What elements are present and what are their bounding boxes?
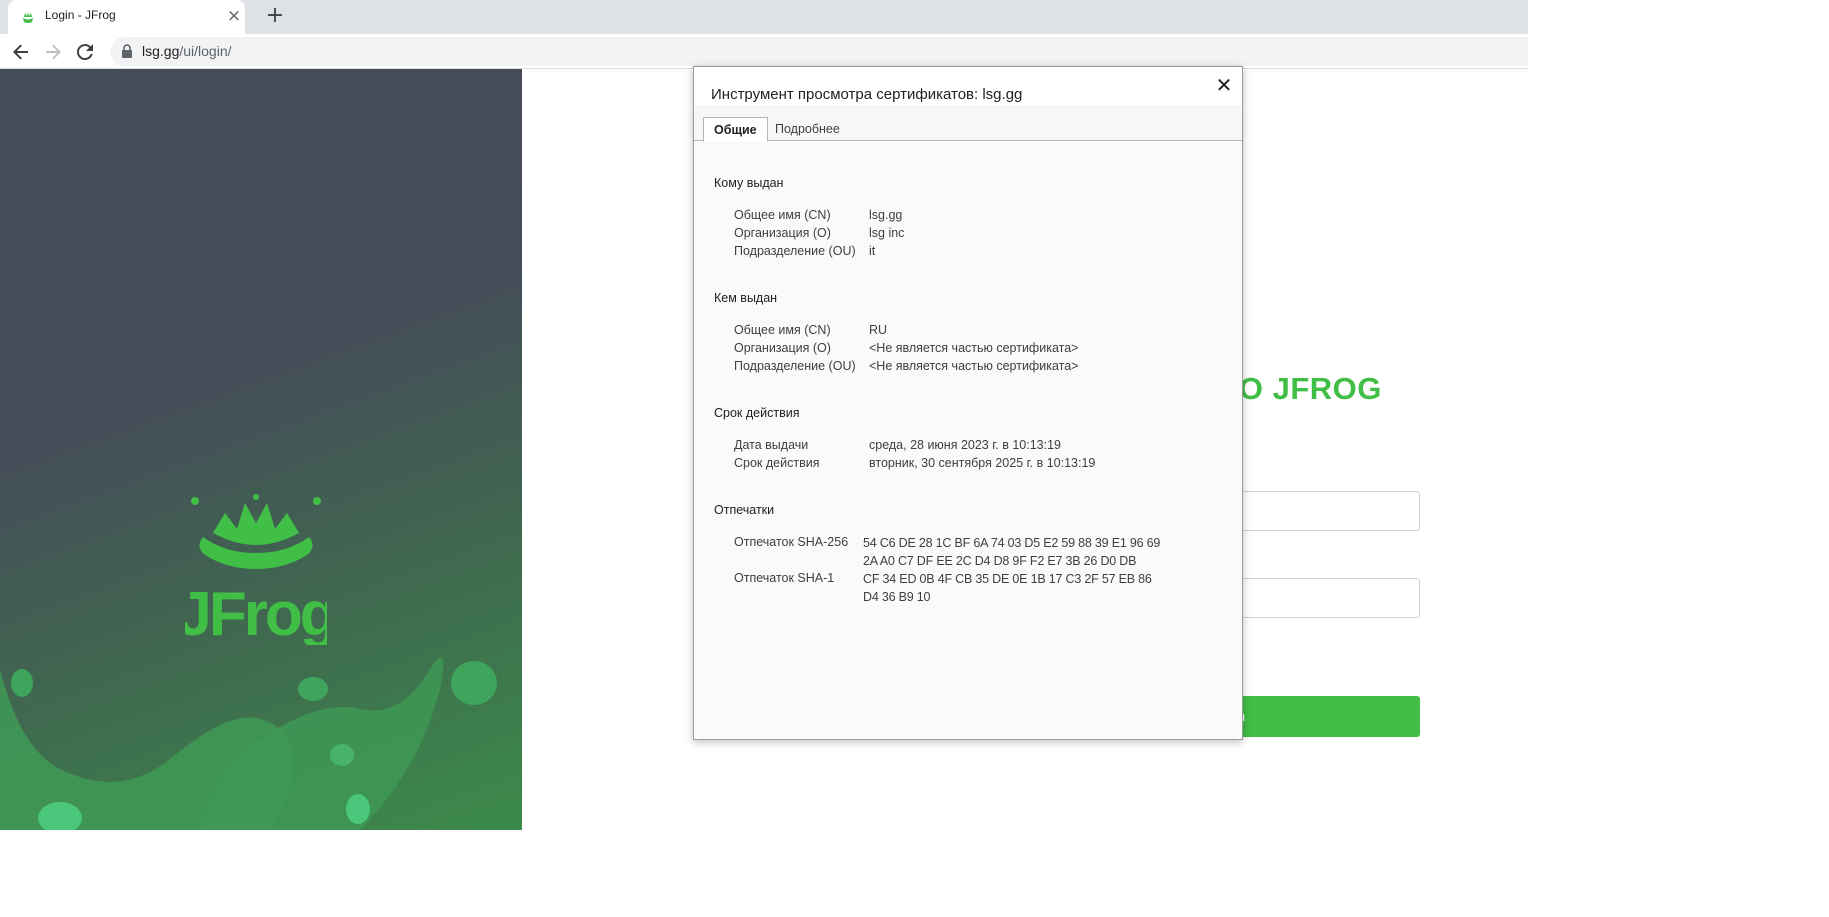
sha1-label: Отпечаток SHA-1 xyxy=(734,571,835,585)
issued-by-heading: Кем выдан xyxy=(714,291,778,305)
sha256-value: 54 C6 DE 28 1C BF 6A 74 03 D5 E2 59 88 3… xyxy=(863,536,1161,568)
close-icon[interactable]: ✕ xyxy=(1213,74,1235,96)
issued-by-cn-value: RU xyxy=(869,323,888,337)
issue-date-label: Дата выдачи xyxy=(734,438,809,452)
dialog-body: Кому выдан Общее имя (CN) lsg.gg Организ… xyxy=(694,142,1242,739)
issued-by-cn-label: Общее имя (CN) xyxy=(734,323,831,337)
issued-to-cn-label: Общее имя (CN) xyxy=(734,208,831,222)
tab-title: Login - JFrog xyxy=(45,8,116,22)
url-host: lsg.gg xyxy=(142,43,180,59)
issued-to-ou-label: Подразделение (OU) xyxy=(734,244,856,258)
browser-toolbar: lsg.gg/ui/login/ xyxy=(0,34,1528,69)
login-title: TO JFROG xyxy=(1220,371,1382,406)
tab-details[interactable]: Подробнее xyxy=(765,117,850,142)
url-path: /ui/login/ xyxy=(179,43,232,59)
reload-icon[interactable] xyxy=(73,40,97,64)
new-tab-button[interactable]: + xyxy=(262,4,288,30)
dialog-tabs: Общие Подробнее xyxy=(694,105,1242,142)
tab-close-icon[interactable]: × xyxy=(224,6,244,26)
issued-to-ou-value: it xyxy=(869,244,876,258)
dialog-title: Инструмент просмотра сертификатов: lsg.g… xyxy=(711,86,1023,103)
splash-decoration xyxy=(0,657,497,830)
branding-panel: JFrog xyxy=(0,69,522,830)
issued-by-o-value: <Не является частью сертификата> xyxy=(869,341,1079,355)
sha1-value: CF 34 ED 0B 4F CB 35 DE 0E 1B 17 C3 2F 5… xyxy=(863,572,1152,604)
issued-to-cn-value: lsg.gg xyxy=(869,208,903,222)
back-arrow-icon[interactable] xyxy=(9,40,33,64)
sha256-label: Отпечаток SHA-256 xyxy=(734,535,849,549)
issued-to-heading: Кому выдан xyxy=(714,176,784,190)
browser-tabstrip: Login - JFrog × + xyxy=(0,0,1528,34)
issued-by-o-label: Организация (O) xyxy=(734,341,831,355)
expiry-date-value: вторник, 30 сентября 2025 г. в 10:13:19 xyxy=(869,456,1096,470)
tab-general[interactable]: Общие xyxy=(703,117,768,142)
fingerprints-heading: Отпечатки xyxy=(714,503,775,517)
issued-to-o-value: lsg inc xyxy=(869,226,905,240)
certificate-viewer-dialog: Инструмент просмотра сертификатов: lsg.g… xyxy=(693,66,1243,740)
forward-arrow-icon[interactable] xyxy=(41,40,65,64)
browser-tab[interactable]: Login - JFrog × xyxy=(8,0,245,34)
url-text[interactable]: lsg.gg/ui/login/ xyxy=(142,43,232,59)
lock-icon[interactable] xyxy=(122,44,132,58)
validity-heading: Срок действия xyxy=(714,406,800,420)
issued-by-ou-label: Подразделение (OU) xyxy=(734,359,856,373)
address-bar[interactable]: lsg.gg/ui/login/ xyxy=(110,37,1528,66)
jfrog-logo-text: JFrog xyxy=(185,580,327,645)
issued-by-ou-value: <Не является частью сертификата> xyxy=(869,359,1079,373)
issued-to-o-label: Организация (O) xyxy=(734,226,831,240)
jfrog-favicon-icon xyxy=(23,12,33,23)
expiry-date-label: Срок действия xyxy=(734,456,820,470)
jfrog-logo: JFrog xyxy=(185,494,327,645)
issue-date-value: среда, 28 июня 2023 г. в 10:13:19 xyxy=(869,438,1061,452)
